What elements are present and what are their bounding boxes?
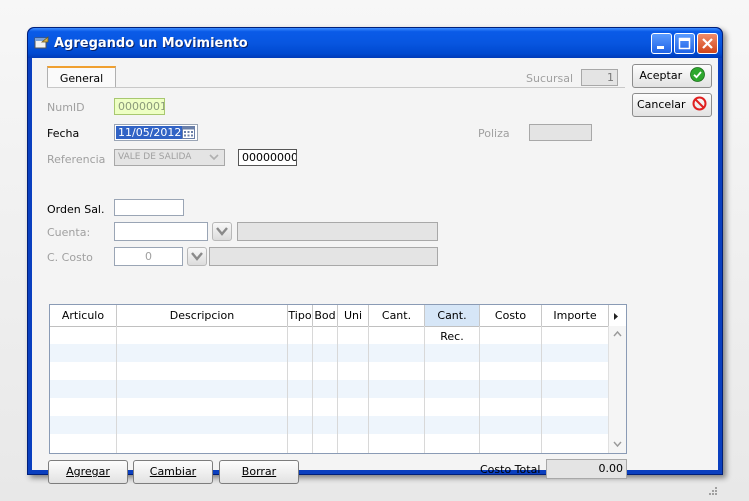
add-label: Agregar	[66, 465, 110, 478]
cuenta-lookup-button[interactable]	[212, 222, 232, 241]
scroll-up-icon[interactable]	[612, 329, 623, 342]
c-costo-field[interactable]: 0	[114, 247, 183, 266]
total-field: 0.00	[546, 459, 627, 479]
grid-column-line	[368, 326, 369, 453]
fecha-value: 11/05/2012	[116, 126, 184, 139]
grid-row-stripe	[50, 380, 609, 398]
c-costo-label: C. Costo	[47, 251, 93, 264]
grid-column-line	[479, 326, 480, 453]
accept-label: Aceptar	[639, 69, 683, 82]
c-costo-description-field	[209, 247, 438, 266]
cuenta-field[interactable]	[114, 222, 208, 241]
no-entry-icon	[692, 96, 707, 111]
delete-button[interactable]: Borrar	[219, 460, 299, 484]
orden-sal-label: Orden Sal.	[47, 203, 105, 216]
accept-button[interactable]: Aceptar	[632, 64, 712, 88]
referencia-label: Referencia	[47, 153, 106, 166]
close-icon	[702, 38, 713, 49]
column-header-descripcion[interactable]: Descripcion	[117, 305, 288, 326]
minimize-icon	[657, 46, 664, 49]
cuenta-label: Cuenta:	[47, 226, 91, 239]
column-header-articulo[interactable]: Articulo	[50, 305, 117, 326]
grid-vertical-scrollbar[interactable]	[608, 326, 626, 453]
c-costo-lookup-button[interactable]	[187, 247, 207, 266]
dialog-body: General Sucursal 1 Aceptar Cancelar NumI…	[32, 58, 718, 495]
tab-divider	[47, 87, 625, 88]
scroll-right-icon[interactable]	[612, 311, 620, 324]
grid-row-stripe	[50, 416, 609, 434]
cuenta-description-field	[237, 222, 438, 241]
grid-column-line	[337, 326, 338, 453]
cancel-label: Cancelar	[636, 98, 686, 111]
grid-column-line	[312, 326, 313, 453]
tab-general[interactable]: General	[47, 66, 116, 88]
referencia-value: VALE DE SALIDA	[118, 152, 192, 162]
dialog-window: Agregando un Movimiento General Sucursal…	[27, 27, 723, 495]
resize-grip-icon[interactable]	[708, 486, 718, 499]
numid-field: 0000001	[114, 98, 165, 115]
total-label: Costo Total	[480, 463, 541, 476]
poliza-label: Poliza	[478, 127, 510, 140]
chevron-down-icon	[216, 227, 228, 236]
close-button[interactable]	[697, 33, 718, 54]
orden-sal-field[interactable]	[114, 199, 184, 216]
cancel-button[interactable]: Cancelar	[632, 93, 712, 117]
column-header-bod[interactable]: Bod	[313, 305, 338, 326]
grid-header: Articulo Descripcion Tipo Bod Uni Cant. …	[50, 305, 626, 343]
fecha-label: Fecha	[47, 127, 80, 140]
poliza-field	[529, 124, 592, 141]
sucursal-field: 1	[581, 69, 618, 86]
column-header-costo[interactable]: Costo	[480, 305, 542, 326]
column-header-tipo[interactable]: Tipo	[288, 305, 313, 326]
delete-label: Borrar	[241, 465, 277, 478]
column-header-cant[interactable]: Cant.	[369, 305, 425, 326]
grid-row-stripe	[50, 344, 609, 362]
minimize-button[interactable]	[651, 33, 672, 54]
grid-column-line	[287, 326, 288, 453]
grid-column-line	[424, 326, 425, 453]
grid-column-line	[116, 326, 117, 453]
items-grid[interactable]: Articulo Descripcion Tipo Bod Uni Cant. …	[49, 304, 627, 454]
chevron-down-icon	[207, 150, 221, 167]
maximize-icon	[678, 37, 691, 50]
window-title: Agregando un Movimiento	[54, 36, 248, 51]
change-button[interactable]: Cambiar	[133, 460, 213, 484]
chevron-down-icon	[191, 252, 203, 261]
scroll-down-icon[interactable]	[612, 439, 623, 452]
referencia-number-field[interactable]: 00000000	[238, 149, 297, 166]
add-button[interactable]: Agregar	[48, 460, 128, 484]
app-window-icon	[34, 36, 49, 50]
numid-label: NumID	[47, 101, 85, 114]
column-header-importe[interactable]: Importe	[542, 305, 609, 326]
calendar-icon[interactable]	[182, 126, 195, 142]
column-header-uni[interactable]: Uni	[338, 305, 369, 326]
sucursal-label: Sucursal	[526, 72, 574, 85]
grid-column-line	[541, 326, 542, 453]
title-bar[interactable]: Agregando un Movimiento	[28, 28, 722, 58]
check-circle-icon	[689, 67, 705, 82]
column-header-cant-rec[interactable]: Cant. Rec.	[425, 305, 480, 343]
change-label: Cambiar	[149, 465, 197, 478]
maximize-button[interactable]	[674, 33, 695, 54]
